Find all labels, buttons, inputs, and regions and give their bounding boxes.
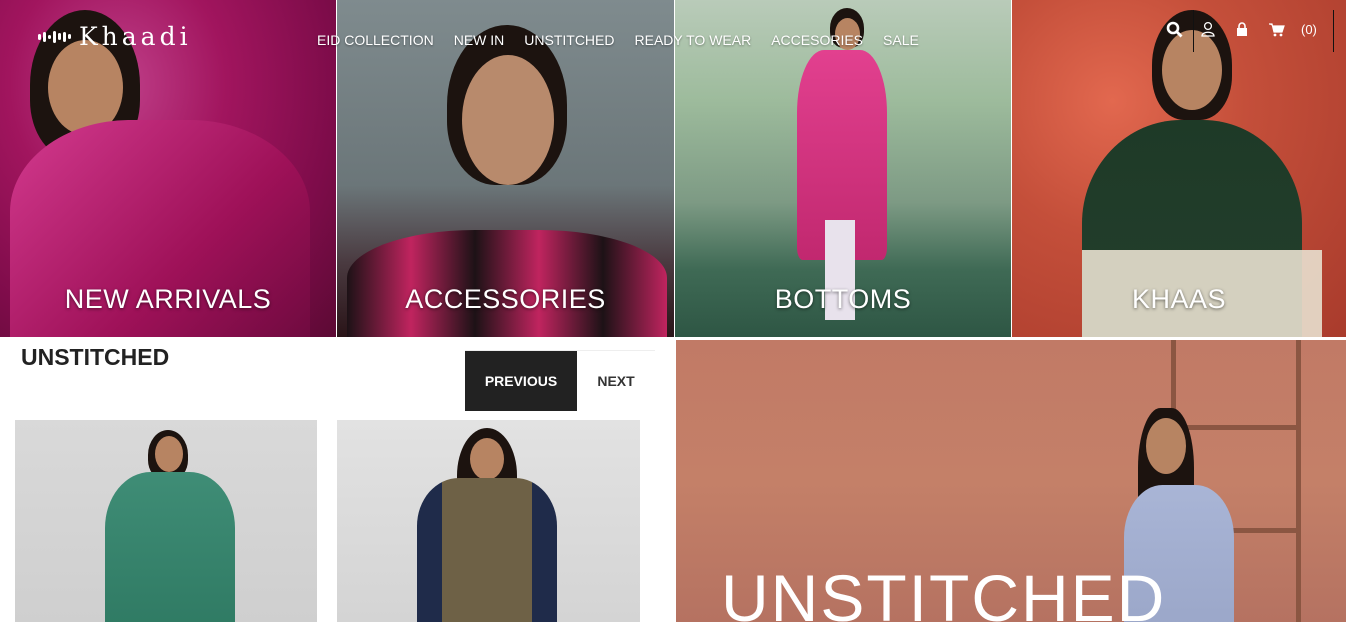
product-card[interactable] <box>337 420 640 622</box>
nav-item-ready-to-wear[interactable]: READY TO WEAR <box>635 32 752 48</box>
product-outfit <box>417 478 557 622</box>
hero-caption: KHAAS <box>1131 284 1227 314</box>
tile-divider <box>336 0 337 337</box>
hero-tile-bottoms[interactable]: BOTTOMS <box>675 0 1011 337</box>
user-icon[interactable] <box>1199 20 1217 38</box>
page: NEW ARRIVALS ACCESSORIES BOTTOMS KHAAS K… <box>0 0 1346 622</box>
hero-tile-khaas[interactable]: KHAAS <box>1012 0 1346 337</box>
tile-divider <box>674 0 675 337</box>
product-card[interactable] <box>15 420 317 622</box>
model-face <box>1146 418 1186 474</box>
search-icon[interactable] <box>1165 20 1183 38</box>
lock-icon[interactable] <box>1233 20 1251 38</box>
model-face <box>1162 30 1222 110</box>
cart-count[interactable]: (0) <box>1301 22 1317 37</box>
product-kurta <box>105 472 235 622</box>
carousel-pager: PREVIOUS NEXT <box>465 350 655 411</box>
brand-logo[interactable]: Khaadi <box>38 22 192 51</box>
cart-icon[interactable] <box>1267 20 1285 38</box>
brand-name: Khaadi <box>79 22 192 51</box>
hero-caption: BOTTOMS <box>774 284 912 314</box>
header-icons: (0) <box>1165 20 1317 38</box>
hero-caption: NEW ARRIVALS <box>64 284 272 314</box>
section-title: UNSTITCHED <box>21 344 170 370</box>
hero-grid: NEW ARRIVALS ACCESSORIES BOTTOMS KHAAS <box>0 0 1346 337</box>
tile-divider <box>1011 0 1012 337</box>
nav-item-sale[interactable]: SALE <box>883 32 919 48</box>
nav-item-eid-collection[interactable]: EID COLLECTION <box>317 32 434 48</box>
icon-divider <box>1333 10 1334 52</box>
unstitched-banner[interactable]: UNSTITCHED <box>676 340 1346 622</box>
icon-divider <box>1193 10 1194 52</box>
hero-tile-accessories[interactable]: ACCESSORIES <box>337 0 674 337</box>
next-button[interactable]: NEXT <box>577 351 655 411</box>
model-face <box>470 438 504 480</box>
main-nav: EID COLLECTION NEW IN UNSTITCHED READY T… <box>317 32 919 48</box>
banner-title: UNSTITCHED <box>721 561 1167 622</box>
previous-button[interactable]: PREVIOUS <box>465 351 577 411</box>
model-face <box>155 436 183 472</box>
logo-mark-icon <box>38 30 71 43</box>
nav-item-new-in[interactable]: NEW IN <box>454 32 505 48</box>
ladder-rung <box>1176 425 1296 430</box>
model-face <box>462 55 554 185</box>
hero-caption: ACCESSORIES <box>405 284 606 314</box>
nav-item-accessories[interactable]: ACCESORIES <box>771 32 863 48</box>
nav-item-unstitched[interactable]: UNSTITCHED <box>524 32 614 48</box>
